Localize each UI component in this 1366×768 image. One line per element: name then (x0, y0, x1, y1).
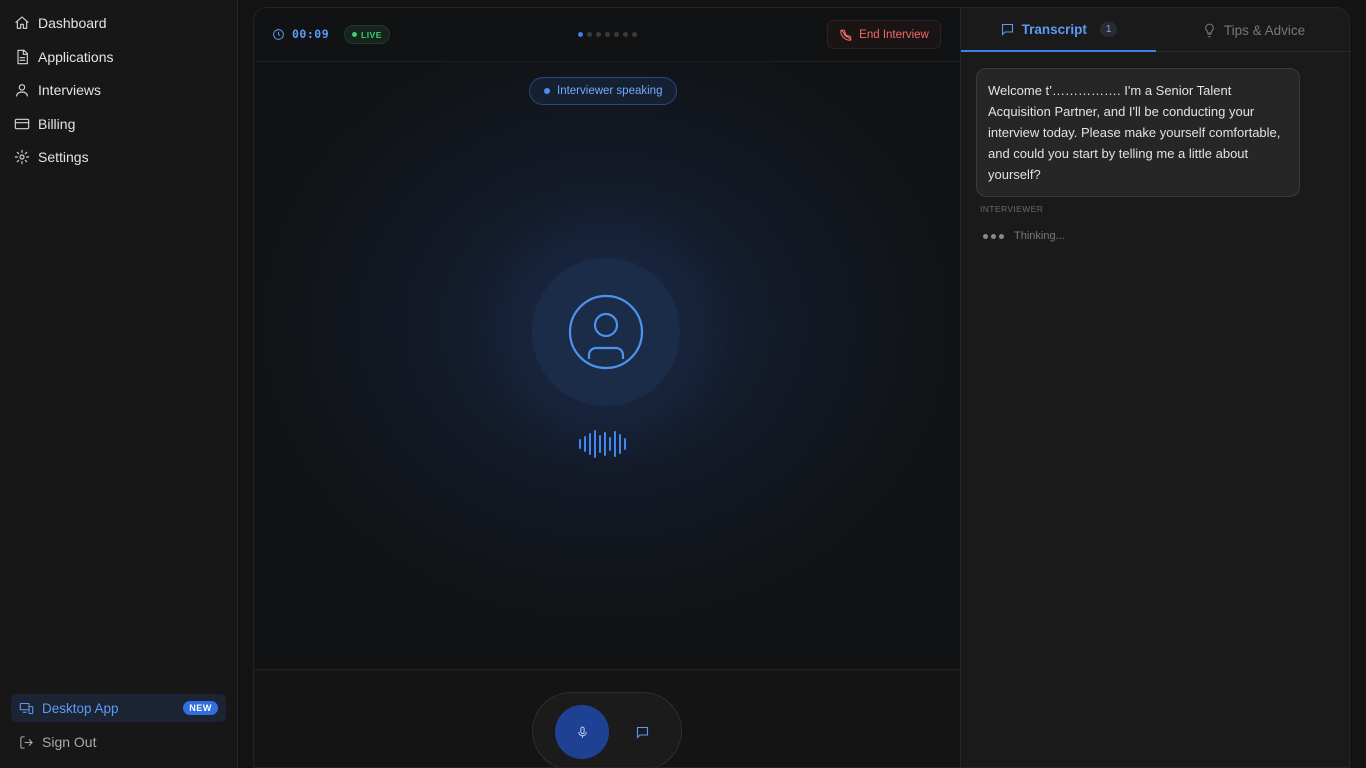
interview-topbar: 00:09 LIVE End Interview (254, 8, 960, 62)
home-icon (15, 16, 29, 29)
microphone-button[interactable] (555, 705, 609, 759)
progress-dot (605, 32, 610, 37)
live-dot (352, 32, 357, 37)
transcript-count-badge: 1 (1099, 21, 1118, 37)
controls-bar (254, 669, 960, 767)
end-interview-button[interactable]: End Interview (827, 20, 941, 49)
progress-dot (632, 32, 637, 37)
progress-dot (614, 32, 619, 37)
transcript-panel: Transcript 1 Tips & Advice Welcome t’………… (960, 7, 1351, 768)
desktop-app-label: Desktop App (42, 700, 119, 716)
lightbulb-icon (1205, 23, 1214, 37)
waveform-bar (594, 430, 596, 458)
controls-pill (532, 692, 682, 767)
speaking-label: Interviewer speaking (557, 85, 663, 97)
interviewer-stage: Interviewer speaking (254, 63, 960, 669)
waveform-bar (614, 431, 616, 457)
clock-icon (273, 28, 284, 40)
live-badge: LIVE (344, 25, 390, 44)
sidebar-item-label: Interviews (38, 82, 102, 98)
credit-card-icon (14, 118, 30, 130)
document-icon (17, 49, 28, 65)
sidebar-item-interviews[interactable]: Interviews (14, 80, 101, 100)
interview-panel: 00:09 LIVE End Interview Interviewer spe… (253, 7, 960, 768)
desktop-app-link[interactable]: Desktop App NEW (11, 694, 226, 722)
tab-tips-label: Tips & Advice (1223, 22, 1306, 38)
sign-out-label: Sign Out (42, 734, 97, 750)
timer-value: 00:09 (292, 27, 330, 41)
sign-out-button[interactable]: Sign Out (19, 734, 96, 750)
user-circle-icon (568, 294, 644, 370)
waveform-bar (584, 436, 586, 452)
phone-off-icon (840, 28, 852, 41)
chat-toggle-button[interactable] (629, 719, 655, 745)
audio-waveform (579, 429, 626, 459)
speaking-status-pill: Interviewer speaking (529, 77, 678, 105)
typing-dots (983, 233, 1004, 239)
tab-transcript-label: Transcript (1021, 21, 1087, 37)
monitor-phone-icon (19, 702, 34, 714)
speaking-dot (544, 88, 550, 94)
waveform-bar (609, 437, 611, 451)
gear-icon (14, 149, 30, 165)
waveform-bar (619, 434, 621, 454)
sidebar-item-applications[interactable]: Applications (14, 47, 114, 67)
progress-dots (578, 32, 637, 37)
progress-dot (578, 32, 583, 37)
sidebar: Dashboard Applications Interviews Billin… (0, 0, 238, 768)
tab-tips-advice[interactable]: Tips & Advice (1156, 8, 1351, 52)
waveform-bar (604, 432, 606, 456)
sidebar-item-label: Settings (38, 149, 89, 165)
sidebar-item-label: Billing (38, 116, 76, 132)
sidebar-item-billing[interactable]: Billing (14, 114, 75, 134)
message-role-label: INTERVIEWER (980, 204, 1044, 214)
live-label: LIVE (361, 29, 382, 40)
thinking-indicator: Thinking... (983, 230, 1065, 242)
progress-dot (596, 32, 601, 37)
tab-transcript[interactable]: Transcript 1 (961, 8, 1156, 52)
waveform-bar (589, 433, 591, 455)
sign-out-icon (20, 735, 33, 749)
chat-bubble-icon (636, 726, 648, 739)
waveform-bar (624, 438, 626, 450)
user-icon (16, 84, 28, 97)
sidebar-item-label: Dashboard (38, 15, 107, 31)
panel-tabs: Transcript 1 Tips & Advice (961, 8, 1351, 52)
message-bubble: Welcome t’……………. I'm a Senior Talent Acq… (976, 68, 1300, 197)
session-timer: 00:09 (272, 27, 329, 41)
progress-dot (623, 32, 628, 37)
interviewer-avatar (532, 258, 680, 406)
progress-dot (587, 32, 592, 37)
waveform-bar (579, 439, 581, 449)
sidebar-item-label: Applications (38, 49, 114, 65)
sidebar-item-dashboard[interactable]: Dashboard (14, 13, 107, 33)
new-badge: NEW (183, 701, 218, 715)
waveform-bar (599, 435, 601, 453)
end-interview-label: End Interview (859, 28, 929, 41)
thinking-label: Thinking... (1014, 230, 1065, 242)
microphone-icon (577, 726, 587, 738)
sidebar-item-settings[interactable]: Settings (14, 147, 89, 167)
chat-icon (1001, 23, 1013, 36)
